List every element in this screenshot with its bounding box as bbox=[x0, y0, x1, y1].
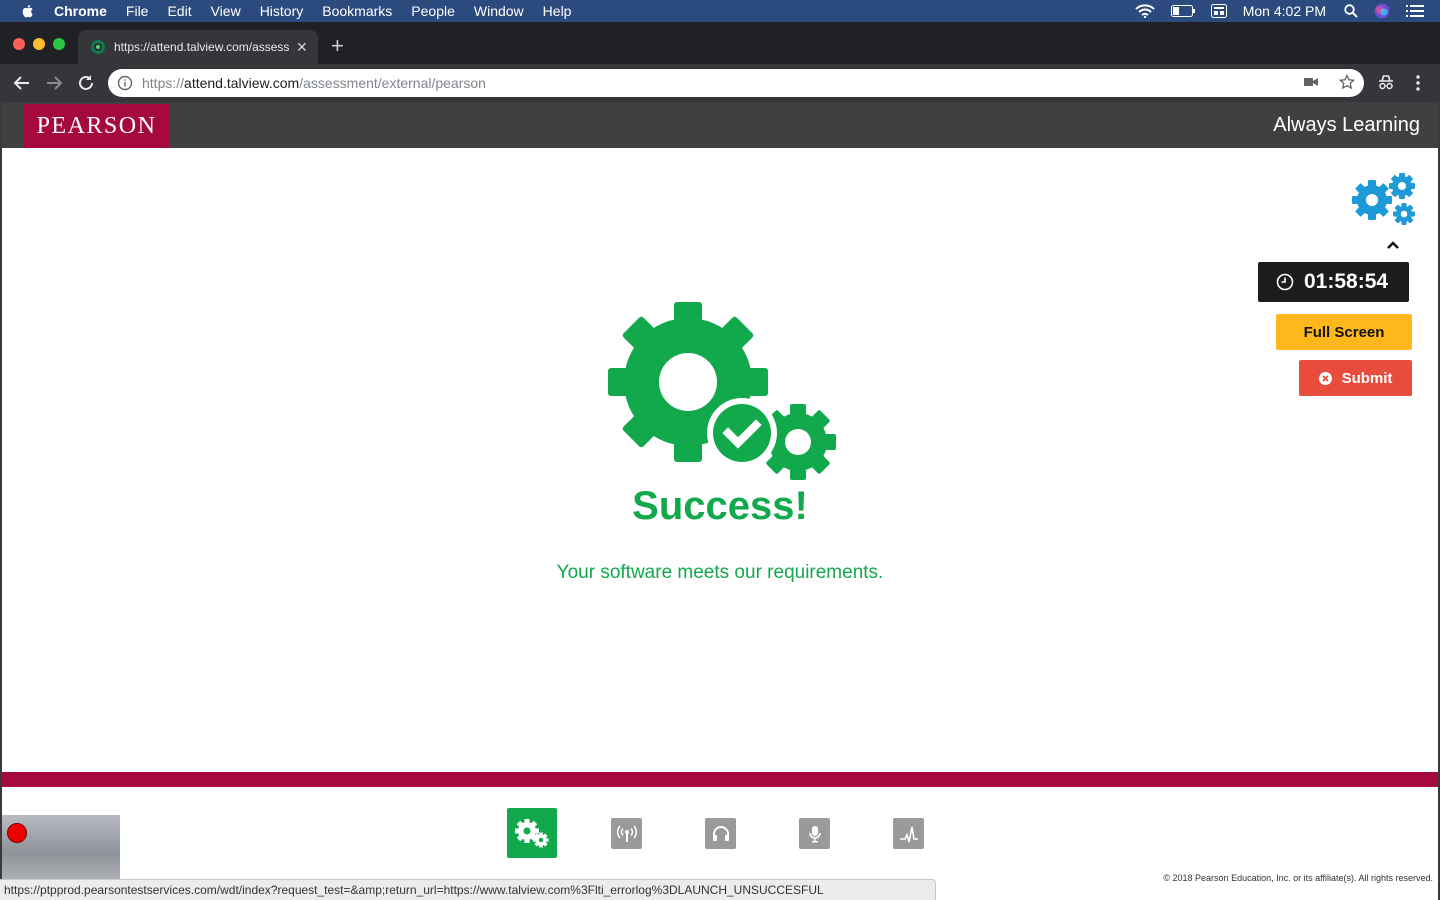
submit-button[interactable]: Submit bbox=[1299, 360, 1412, 396]
step-software-check[interactable] bbox=[507, 808, 557, 858]
submit-label: Submit bbox=[1341, 369, 1393, 387]
headphones-icon bbox=[712, 825, 729, 841]
footer-brand-bar bbox=[2, 772, 1438, 787]
page-content: PEARSON Always Learning 01:58:54 Full Sc… bbox=[0, 102, 1440, 900]
step-microphone-check[interactable] bbox=[799, 818, 830, 849]
new-tab-button[interactable]: + bbox=[331, 35, 344, 57]
back-arrow-icon[interactable] bbox=[12, 73, 32, 93]
bookmark-star-icon[interactable] bbox=[1339, 74, 1355, 90]
microphone-icon bbox=[808, 825, 821, 842]
incognito-extension-icon[interactable] bbox=[1377, 74, 1395, 92]
waveform-icon bbox=[899, 826, 918, 842]
success-message: Your software meets our requirements. bbox=[556, 562, 884, 583]
system-check-steps bbox=[2, 808, 1438, 858]
siri-icon[interactable] bbox=[1374, 3, 1390, 19]
settings-gears-icon[interactable] bbox=[1350, 170, 1422, 232]
header-tagline: Always Learning bbox=[1273, 114, 1420, 136]
reload-icon[interactable] bbox=[76, 73, 96, 93]
step-bandwidth-check[interactable] bbox=[893, 818, 924, 849]
window-minimize-button[interactable] bbox=[33, 38, 45, 50]
browser-tab-strip: https://attend.talview.com/assessment/ex… bbox=[0, 22, 1440, 64]
close-circle-icon bbox=[1318, 371, 1332, 385]
input-source-icon[interactable] bbox=[1210, 4, 1227, 18]
site-header: PEARSON Always Learning bbox=[2, 102, 1438, 148]
browser-toolbar: https://attend.talview.com/assessment/ex… bbox=[0, 64, 1440, 102]
tab-title: https://attend.talview.com/assessment/ex… bbox=[114, 40, 290, 54]
menu-bookmarks[interactable]: Bookmarks bbox=[322, 3, 392, 19]
tab-close-icon[interactable]: ✕ bbox=[296, 39, 308, 56]
browser-tab-active[interactable]: https://attend.talview.com/assessment/ex… bbox=[78, 30, 318, 64]
notification-center-icon[interactable] bbox=[1406, 5, 1424, 17]
link-status-bar: https://ptpprod.pearsontestservices.com/… bbox=[0, 879, 936, 900]
clock-icon bbox=[1276, 273, 1294, 291]
browser-menu-icon[interactable] bbox=[1412, 74, 1424, 92]
apple-icon[interactable] bbox=[20, 3, 36, 19]
timer-value: 01:58:54 bbox=[1304, 270, 1389, 293]
wifi-icon[interactable] bbox=[1135, 4, 1155, 18]
menu-history[interactable]: History bbox=[260, 3, 304, 19]
step-network-check[interactable] bbox=[611, 818, 642, 849]
success-heading: Success! bbox=[632, 484, 808, 528]
url-host: attend.talview.com bbox=[184, 75, 300, 91]
menu-app-name[interactable]: Chrome bbox=[54, 3, 107, 19]
site-info-icon[interactable] bbox=[117, 75, 133, 91]
menubar-clock[interactable]: Mon 4:02 PM bbox=[1243, 3, 1326, 19]
pearson-logo: PEARSON bbox=[23, 104, 170, 148]
menu-edit[interactable]: Edit bbox=[167, 3, 191, 19]
menu-view[interactable]: View bbox=[211, 3, 241, 19]
address-bar[interactable]: https://attend.talview.com/assessment/ex… bbox=[108, 69, 1364, 97]
window-zoom-button[interactable] bbox=[53, 38, 65, 50]
exam-timer: 01:58:54 bbox=[1258, 262, 1409, 302]
full-screen-button[interactable]: Full Screen bbox=[1276, 314, 1412, 350]
gears-icon bbox=[515, 819, 549, 848]
camera-in-use-icon[interactable] bbox=[1304, 75, 1318, 89]
step-audio-check[interactable] bbox=[705, 818, 736, 849]
spotlight-search-icon[interactable] bbox=[1344, 4, 1358, 18]
talview-favicon-icon bbox=[91, 40, 105, 54]
signal-icon bbox=[616, 825, 637, 842]
forward-arrow-icon[interactable] bbox=[44, 73, 64, 93]
battery-icon[interactable] bbox=[1170, 5, 1195, 17]
url-path: /assessment/external/pearson bbox=[299, 75, 486, 91]
menu-people[interactable]: People bbox=[411, 3, 455, 19]
window-close-button[interactable] bbox=[13, 38, 25, 50]
collapse-chevron-up-icon[interactable] bbox=[1386, 240, 1400, 250]
url-scheme: https:// bbox=[142, 75, 185, 91]
success-gears-check-icon bbox=[608, 302, 836, 480]
recording-indicator-icon bbox=[7, 823, 27, 843]
menu-help[interactable]: Help bbox=[543, 3, 572, 19]
mac-menubar: Chrome File Edit View History Bookmarks … bbox=[0, 0, 1440, 22]
menu-file[interactable]: File bbox=[126, 3, 149, 19]
menu-window[interactable]: Window bbox=[474, 3, 524, 19]
copyright-text: © 2018 Pearson Education, Inc. or its af… bbox=[1163, 873, 1433, 883]
